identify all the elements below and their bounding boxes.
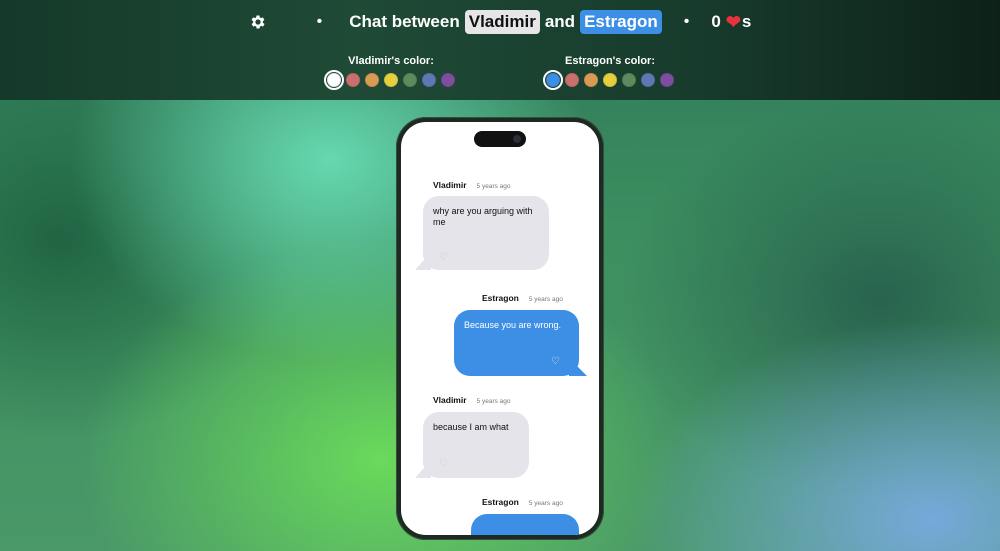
estragon-color-swatch[interactable] (622, 73, 636, 87)
message-text: why are you arguing with me (433, 206, 533, 227)
estragon-color-swatch[interactable] (565, 73, 579, 87)
title-conjunction: and (544, 12, 576, 31)
estragon-color-swatch[interactable] (584, 73, 598, 87)
vladimir-color-swatch[interactable] (324, 70, 344, 90)
header-bar: • Chat between Vladimir and Estragon • 0… (0, 0, 1000, 132)
message-sender: Vladimir (433, 395, 467, 405)
message-meta: Vladimir 5 years ago (433, 395, 511, 405)
message-meta: Vladimir 5 years ago (433, 180, 511, 190)
title-row: • Chat between Vladimir and Estragon • 0… (0, 10, 1000, 34)
estragon-color-swatch[interactable] (660, 73, 674, 87)
message-time: 5 years ago (476, 398, 511, 405)
color-pickers: Vladimir's color: Estragon's color: (0, 55, 1000, 132)
vladimir-color-swatch[interactable] (441, 73, 455, 87)
name-estragon-pill[interactable]: Estragon (580, 10, 662, 34)
message-sender: Estragon (482, 497, 519, 507)
hearts-count: 0 (711, 12, 721, 31)
message-time: 5 years ago (528, 296, 563, 303)
chat-screen[interactable]: Vladimir 5 years ago why are you arguing… (401, 122, 599, 535)
vladimir-color-swatch[interactable] (422, 73, 436, 87)
message-bubble[interactable]: Because you are wrong. ♡ (454, 310, 579, 376)
message-time: 5 years ago (528, 500, 563, 507)
message-sender: Estragon (482, 293, 519, 303)
title-prefix: Chat between (349, 12, 460, 31)
message-sender: Vladimir (433, 180, 467, 190)
heart-outline-icon[interactable]: ♡ (439, 458, 448, 469)
name-vladimir-pill[interactable]: Vladimir (464, 10, 540, 34)
heart-outline-icon[interactable]: ♡ (439, 252, 448, 263)
vladimir-color-swatch[interactable] (346, 73, 360, 87)
message-meta: Estragon 5 years ago (482, 293, 563, 303)
dynamic-island (474, 131, 526, 147)
message-time: 5 years ago (476, 183, 511, 190)
vladimir-color-swatch[interactable] (403, 73, 417, 87)
message-bubble[interactable]: why are you arguing with me ♡ (423, 196, 549, 270)
heart-outline-icon[interactable]: ♡ (551, 356, 560, 367)
separator-dot: • (683, 13, 690, 30)
estragon-color-swatch[interactable] (641, 73, 655, 87)
heart-icon: ❤ (725, 11, 741, 32)
message-bubble[interactable]: because I am what ♡ (423, 412, 529, 478)
hearts-suffix: s (741, 12, 752, 31)
phone-frame: Vladimir 5 years ago why are you arguing… (396, 117, 604, 540)
estragon-color-picker: Estragon's color: (543, 55, 675, 90)
vladimir-color-picker: Vladimir's color: (324, 55, 456, 90)
separator-dot: • (316, 13, 323, 30)
vladimir-color-swatch[interactable] (384, 73, 398, 87)
vladimir-swatches (324, 70, 456, 90)
estragon-color-label: Estragon's color: (564, 55, 656, 67)
estragon-swatches (543, 70, 675, 90)
message-bubble[interactable] (471, 514, 579, 535)
message-meta: Estragon 5 years ago (482, 497, 563, 507)
vladimir-color-swatch[interactable] (365, 73, 379, 87)
estragon-color-swatch[interactable] (543, 70, 563, 90)
vladimir-color-label: Vladimir's color: (348, 55, 434, 67)
message-text: because I am what (433, 422, 509, 432)
estragon-color-swatch[interactable] (603, 73, 617, 87)
message-text: Because you are wrong. (464, 320, 562, 330)
hearts-counter: 0 ❤ s (711, 12, 751, 33)
gear-icon[interactable] (249, 13, 267, 31)
